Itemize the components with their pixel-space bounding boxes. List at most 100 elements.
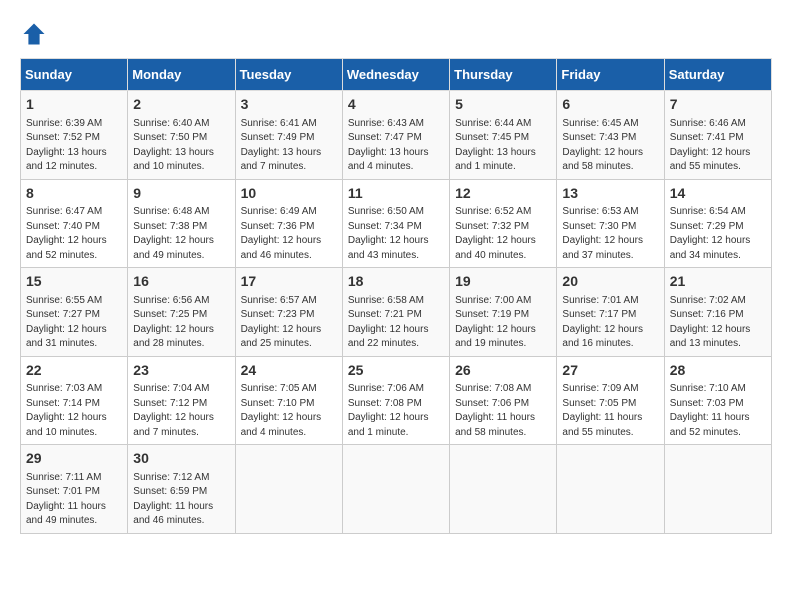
day-number: 22	[26, 361, 122, 381]
day-number: 23	[133, 361, 229, 381]
day-info: Sunrise: 6:39 AM Sunset: 7:52 PM Dayligh…	[26, 117, 122, 175]
day-number: 9	[133, 184, 229, 204]
calendar-cell: 7Sunrise: 6:46 AM Sunset: 7:41 PM Daylig…	[664, 91, 771, 180]
calendar-cell: 30Sunrise: 7:12 AM Sunset: 6:59 PM Dayli…	[128, 445, 235, 534]
calendar-cell: 28Sunrise: 7:10 AM Sunset: 7:03 PM Dayli…	[664, 356, 771, 445]
day-info: Sunrise: 7:10 AM Sunset: 7:03 PM Dayligh…	[670, 382, 766, 440]
calendar-cell: 19Sunrise: 7:00 AM Sunset: 7:19 PM Dayli…	[450, 268, 557, 357]
day-number: 28	[670, 361, 766, 381]
day-info: Sunrise: 6:43 AM Sunset: 7:47 PM Dayligh…	[348, 117, 444, 175]
day-number: 11	[348, 184, 444, 204]
page-header	[20, 20, 772, 48]
calendar-cell: 29Sunrise: 7:11 AM Sunset: 7:01 PM Dayli…	[21, 445, 128, 534]
calendar-week-1: 1Sunrise: 6:39 AM Sunset: 7:52 PM Daylig…	[21, 91, 772, 180]
calendar-week-5: 29Sunrise: 7:11 AM Sunset: 7:01 PM Dayli…	[21, 445, 772, 534]
calendar-cell: 11Sunrise: 6:50 AM Sunset: 7:34 PM Dayli…	[342, 179, 449, 268]
calendar-cell: 24Sunrise: 7:05 AM Sunset: 7:10 PM Dayli…	[235, 356, 342, 445]
day-info: Sunrise: 7:09 AM Sunset: 7:05 PM Dayligh…	[562, 382, 658, 440]
day-info: Sunrise: 7:12 AM Sunset: 6:59 PM Dayligh…	[133, 471, 229, 529]
calendar-cell: 25Sunrise: 7:06 AM Sunset: 7:08 PM Dayli…	[342, 356, 449, 445]
day-number: 29	[26, 449, 122, 469]
calendar-cell: 14Sunrise: 6:54 AM Sunset: 7:29 PM Dayli…	[664, 179, 771, 268]
calendar-week-4: 22Sunrise: 7:03 AM Sunset: 7:14 PM Dayli…	[21, 356, 772, 445]
day-info: Sunrise: 7:08 AM Sunset: 7:06 PM Dayligh…	[455, 382, 551, 440]
day-info: Sunrise: 6:50 AM Sunset: 7:34 PM Dayligh…	[348, 205, 444, 263]
calendar-table: SundayMondayTuesdayWednesdayThursdayFrid…	[20, 58, 772, 534]
day-number: 10	[241, 184, 337, 204]
calendar-cell	[664, 445, 771, 534]
calendar-cell: 5Sunrise: 6:44 AM Sunset: 7:45 PM Daylig…	[450, 91, 557, 180]
calendar-body: 1Sunrise: 6:39 AM Sunset: 7:52 PM Daylig…	[21, 91, 772, 534]
day-number: 6	[562, 95, 658, 115]
header-monday: Monday	[128, 59, 235, 91]
header-saturday: Saturday	[664, 59, 771, 91]
day-number: 7	[670, 95, 766, 115]
day-number: 4	[348, 95, 444, 115]
day-number: 15	[26, 272, 122, 292]
calendar-cell: 8Sunrise: 6:47 AM Sunset: 7:40 PM Daylig…	[21, 179, 128, 268]
day-info: Sunrise: 6:54 AM Sunset: 7:29 PM Dayligh…	[670, 205, 766, 263]
day-info: Sunrise: 7:06 AM Sunset: 7:08 PM Dayligh…	[348, 382, 444, 440]
day-info: Sunrise: 6:53 AM Sunset: 7:30 PM Dayligh…	[562, 205, 658, 263]
day-info: Sunrise: 6:49 AM Sunset: 7:36 PM Dayligh…	[241, 205, 337, 263]
calendar-cell: 21Sunrise: 7:02 AM Sunset: 7:16 PM Dayli…	[664, 268, 771, 357]
day-number: 26	[455, 361, 551, 381]
day-number: 3	[241, 95, 337, 115]
day-info: Sunrise: 7:01 AM Sunset: 7:17 PM Dayligh…	[562, 294, 658, 352]
day-info: Sunrise: 6:47 AM Sunset: 7:40 PM Dayligh…	[26, 205, 122, 263]
calendar-cell: 27Sunrise: 7:09 AM Sunset: 7:05 PM Dayli…	[557, 356, 664, 445]
calendar-cell: 1Sunrise: 6:39 AM Sunset: 7:52 PM Daylig…	[21, 91, 128, 180]
calendar-header-row: SundayMondayTuesdayWednesdayThursdayFrid…	[21, 59, 772, 91]
day-number: 30	[133, 449, 229, 469]
day-number: 25	[348, 361, 444, 381]
calendar-cell	[557, 445, 664, 534]
calendar-cell: 23Sunrise: 7:04 AM Sunset: 7:12 PM Dayli…	[128, 356, 235, 445]
day-info: Sunrise: 6:57 AM Sunset: 7:23 PM Dayligh…	[241, 294, 337, 352]
logo	[20, 20, 52, 48]
day-info: Sunrise: 7:00 AM Sunset: 7:19 PM Dayligh…	[455, 294, 551, 352]
calendar-cell: 26Sunrise: 7:08 AM Sunset: 7:06 PM Dayli…	[450, 356, 557, 445]
day-info: Sunrise: 6:40 AM Sunset: 7:50 PM Dayligh…	[133, 117, 229, 175]
header-friday: Friday	[557, 59, 664, 91]
calendar-cell	[342, 445, 449, 534]
day-info: Sunrise: 6:45 AM Sunset: 7:43 PM Dayligh…	[562, 117, 658, 175]
day-info: Sunrise: 6:41 AM Sunset: 7:49 PM Dayligh…	[241, 117, 337, 175]
day-number: 16	[133, 272, 229, 292]
day-number: 19	[455, 272, 551, 292]
header-sunday: Sunday	[21, 59, 128, 91]
day-info: Sunrise: 7:03 AM Sunset: 7:14 PM Dayligh…	[26, 382, 122, 440]
calendar-cell: 9Sunrise: 6:48 AM Sunset: 7:38 PM Daylig…	[128, 179, 235, 268]
calendar-cell	[235, 445, 342, 534]
calendar-cell: 4Sunrise: 6:43 AM Sunset: 7:47 PM Daylig…	[342, 91, 449, 180]
day-info: Sunrise: 6:55 AM Sunset: 7:27 PM Dayligh…	[26, 294, 122, 352]
day-info: Sunrise: 6:44 AM Sunset: 7:45 PM Dayligh…	[455, 117, 551, 175]
calendar-cell: 6Sunrise: 6:45 AM Sunset: 7:43 PM Daylig…	[557, 91, 664, 180]
day-number: 2	[133, 95, 229, 115]
day-number: 24	[241, 361, 337, 381]
day-info: Sunrise: 7:05 AM Sunset: 7:10 PM Dayligh…	[241, 382, 337, 440]
header-tuesday: Tuesday	[235, 59, 342, 91]
day-number: 12	[455, 184, 551, 204]
calendar-cell: 16Sunrise: 6:56 AM Sunset: 7:25 PM Dayli…	[128, 268, 235, 357]
day-number: 8	[26, 184, 122, 204]
day-info: Sunrise: 7:02 AM Sunset: 7:16 PM Dayligh…	[670, 294, 766, 352]
calendar-week-3: 15Sunrise: 6:55 AM Sunset: 7:27 PM Dayli…	[21, 268, 772, 357]
header-thursday: Thursday	[450, 59, 557, 91]
day-number: 18	[348, 272, 444, 292]
day-number: 17	[241, 272, 337, 292]
calendar-cell: 2Sunrise: 6:40 AM Sunset: 7:50 PM Daylig…	[128, 91, 235, 180]
calendar-cell: 18Sunrise: 6:58 AM Sunset: 7:21 PM Dayli…	[342, 268, 449, 357]
calendar-cell: 12Sunrise: 6:52 AM Sunset: 7:32 PM Dayli…	[450, 179, 557, 268]
day-info: Sunrise: 7:04 AM Sunset: 7:12 PM Dayligh…	[133, 382, 229, 440]
day-number: 27	[562, 361, 658, 381]
day-number: 1	[26, 95, 122, 115]
calendar-cell: 17Sunrise: 6:57 AM Sunset: 7:23 PM Dayli…	[235, 268, 342, 357]
calendar-cell: 13Sunrise: 6:53 AM Sunset: 7:30 PM Dayli…	[557, 179, 664, 268]
calendar-cell	[450, 445, 557, 534]
calendar-cell: 20Sunrise: 7:01 AM Sunset: 7:17 PM Dayli…	[557, 268, 664, 357]
day-number: 14	[670, 184, 766, 204]
header-wednesday: Wednesday	[342, 59, 449, 91]
day-info: Sunrise: 6:46 AM Sunset: 7:41 PM Dayligh…	[670, 117, 766, 175]
calendar-cell: 3Sunrise: 6:41 AM Sunset: 7:49 PM Daylig…	[235, 91, 342, 180]
day-info: Sunrise: 6:56 AM Sunset: 7:25 PM Dayligh…	[133, 294, 229, 352]
